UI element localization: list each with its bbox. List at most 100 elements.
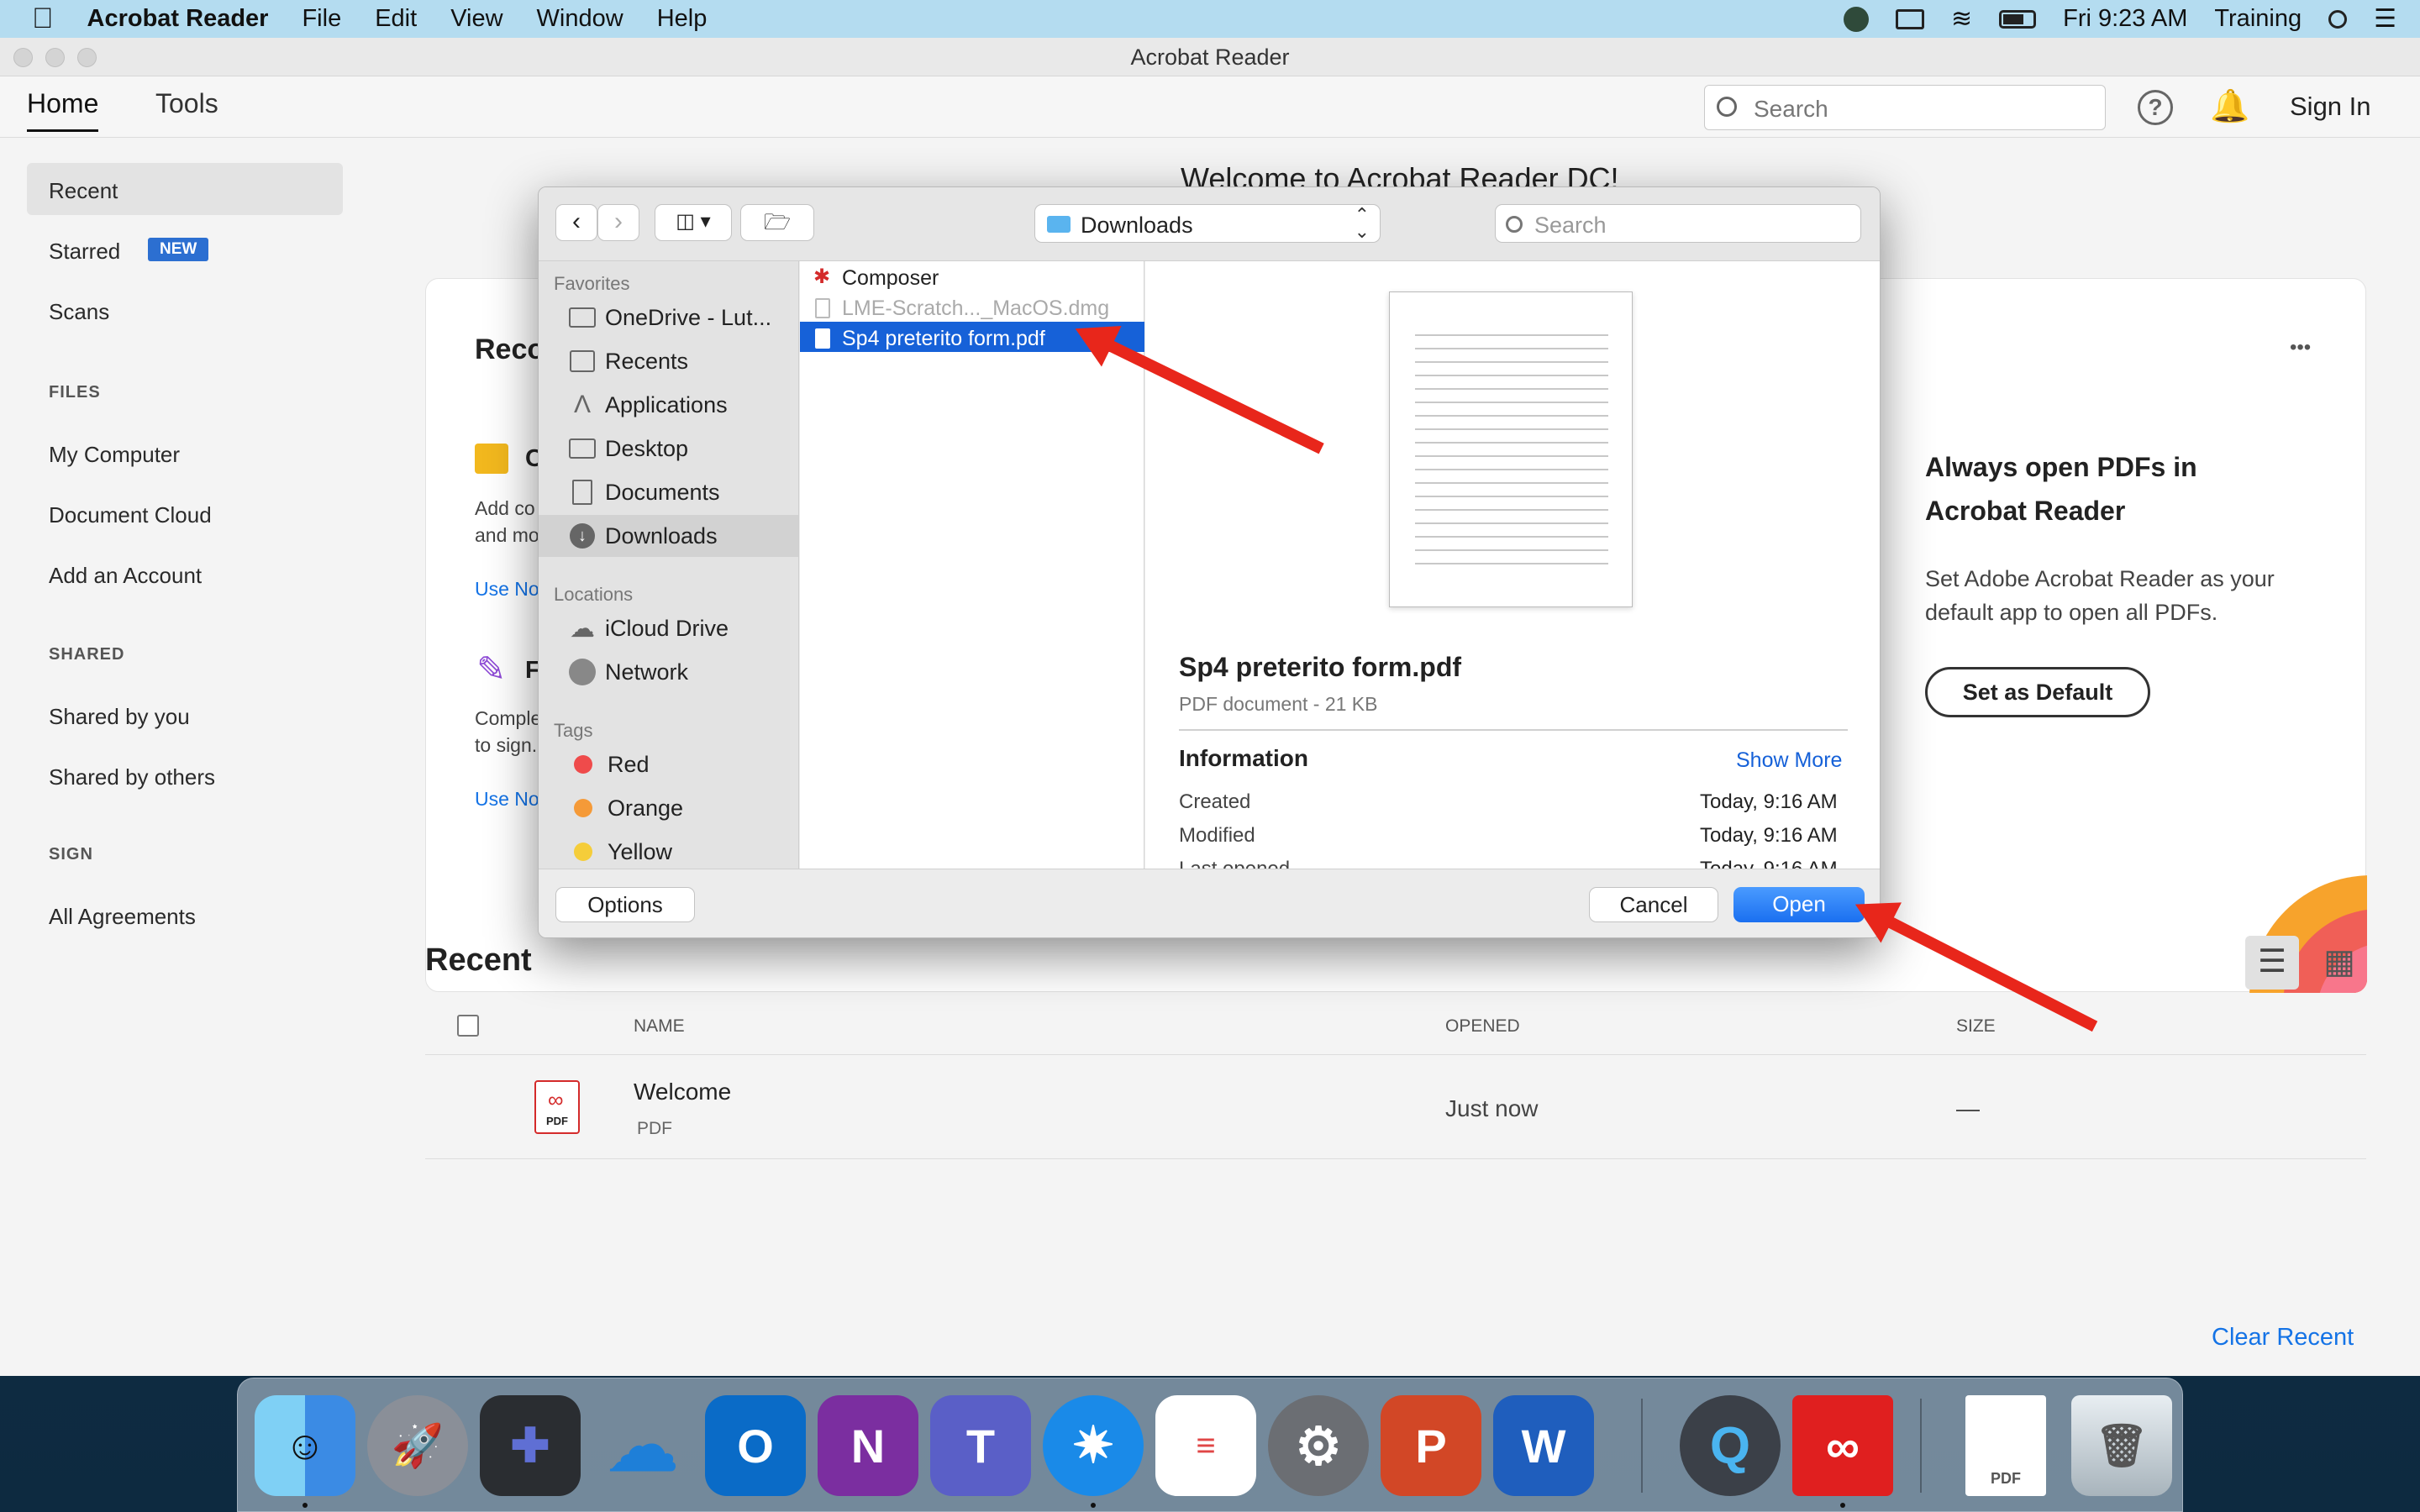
view-mode-button[interactable]: ◫ ▾ bbox=[655, 204, 732, 241]
recents-icon bbox=[568, 349, 597, 374]
wifi-icon[interactable]: ≋ bbox=[1951, 4, 1972, 34]
sidebar-item-add-account[interactable]: Add an Account bbox=[49, 563, 202, 589]
cancel-button[interactable]: Cancel bbox=[1589, 887, 1718, 922]
sidebar-item-shared-by-you[interactable]: Shared by you bbox=[49, 704, 190, 730]
sidebar-item-documents[interactable]: Documents bbox=[539, 471, 798, 513]
close-window-button[interactable] bbox=[13, 48, 33, 67]
dock-teams[interactable]: T bbox=[930, 1395, 1031, 1496]
dock-onedrive[interactable]: ☁ bbox=[592, 1395, 693, 1496]
menu-file[interactable]: File bbox=[302, 5, 341, 33]
sidebar-item-onedrive[interactable]: OneDrive - Lut... bbox=[539, 297, 798, 339]
dialog-search-icon bbox=[1506, 216, 1523, 233]
pdf-label: PDF bbox=[1991, 1470, 2021, 1487]
help-icon[interactable]: ? bbox=[2138, 90, 2173, 125]
dock-separator bbox=[1641, 1399, 1643, 1493]
dock-system-preferences[interactable]: ⚙ bbox=[1268, 1395, 1369, 1496]
sidebar-item-desktop[interactable]: Desktop bbox=[539, 428, 798, 470]
tool-comment-link[interactable]: Use No bbox=[475, 578, 539, 601]
menu-window[interactable]: Window bbox=[537, 5, 623, 33]
sidebar-item-scans[interactable]: Scans bbox=[49, 299, 109, 325]
menu-edit[interactable]: Edit bbox=[375, 5, 417, 33]
control-center-icon[interactable]: ☰ bbox=[2374, 4, 2396, 34]
sidebar-item-my-computer[interactable]: My Computer bbox=[49, 442, 180, 468]
modified-label: Modified bbox=[1179, 824, 1255, 847]
tool-fill-sign-desc-2: to sign. bbox=[475, 734, 538, 756]
tab-tools[interactable]: Tools bbox=[155, 88, 218, 119]
column-name[interactable]: NAME bbox=[634, 1016, 685, 1037]
dialog-search-input[interactable]: Search bbox=[1495, 204, 1861, 243]
dock-word[interactable]: W bbox=[1493, 1395, 1594, 1496]
dock-powerpoint[interactable]: P bbox=[1381, 1395, 1481, 1496]
sidebar-item-shared-by-others[interactable]: Shared by others bbox=[49, 764, 215, 790]
dock-kaleidoscope[interactable]: ✚ bbox=[480, 1395, 581, 1496]
dock-reminders[interactable]: ≡ bbox=[1155, 1395, 1256, 1496]
bell-icon[interactable]: 🔔 bbox=[2210, 88, 2249, 125]
sidebar-item-downloads[interactable]: ↓ Downloads bbox=[539, 515, 798, 557]
dock-launchpad[interactable]: 🚀 bbox=[367, 1395, 468, 1496]
dock-pdf-document[interactable]: PDF bbox=[1965, 1395, 2046, 1496]
globe-icon[interactable] bbox=[1843, 6, 1869, 32]
applications-icon: Λ bbox=[573, 391, 592, 418]
options-button[interactable]: Options bbox=[555, 887, 695, 922]
grid-view-button[interactable]: ▦ bbox=[2312, 936, 2366, 990]
tool-fill-sign-link[interactable]: Use No bbox=[475, 788, 539, 811]
location-popup[interactable]: Downloads ⌃ ⌄ bbox=[1034, 204, 1381, 243]
clear-recent-link[interactable]: Clear Recent bbox=[2212, 1324, 2354, 1352]
updown-chevron-icon: ⌃ ⌄ bbox=[1354, 204, 1370, 242]
battery-icon[interactable] bbox=[1999, 9, 2037, 29]
sidebar-item-network[interactable]: Network bbox=[539, 651, 798, 693]
pdf-file-icon: PDF ∞ bbox=[534, 1080, 580, 1134]
tool-comment-desc-2: and mo bbox=[475, 524, 539, 546]
dock-acrobat-reader[interactable]: ∞ bbox=[1792, 1395, 1893, 1496]
sidebar-item-applications[interactable]: Λ Applications bbox=[539, 384, 798, 426]
column-opened[interactable]: OPENED bbox=[1445, 1016, 1520, 1037]
pdf-thumbnail bbox=[1389, 291, 1633, 607]
file-item-composer[interactable]: ✱ Composer bbox=[800, 261, 1144, 291]
dock-onenote[interactable]: N bbox=[818, 1395, 918, 1496]
sidebar-item-recents[interactable]: Recents bbox=[539, 340, 798, 382]
table-row[interactable]: PDF ∞ Welcome PDF Just now — bbox=[425, 1055, 2366, 1159]
minimize-window-button[interactable] bbox=[45, 48, 65, 67]
spotlight-icon[interactable] bbox=[2328, 9, 2348, 29]
more-options-icon[interactable]: ••• bbox=[2290, 336, 2311, 360]
dock-outlook[interactable]: O bbox=[705, 1395, 806, 1496]
tags-header: Tags bbox=[554, 720, 593, 741]
dock-safari[interactable]: ✷ bbox=[1043, 1395, 1144, 1496]
menu-help[interactable]: Help bbox=[657, 5, 708, 33]
dock-finder[interactable]: ☺ bbox=[255, 1395, 355, 1496]
tag-orange[interactable]: Orange bbox=[539, 787, 798, 829]
tag-red[interactable]: Red bbox=[539, 743, 798, 785]
tab-home[interactable]: Home bbox=[27, 88, 99, 132]
menu-app-name[interactable]: Acrobat Reader bbox=[87, 5, 269, 33]
open-button[interactable]: Open bbox=[1733, 887, 1865, 922]
apple-icon[interactable]:  bbox=[32, 3, 54, 35]
dock-trash[interactable]: 🗑 bbox=[2071, 1395, 2172, 1496]
search-input[interactable]: Search bbox=[1704, 85, 2106, 130]
airplay-icon[interactable] bbox=[1895, 8, 1924, 29]
file-size: — bbox=[1956, 1095, 1980, 1121]
column-size[interactable]: SIZE bbox=[1956, 1016, 1996, 1037]
zoom-window-button[interactable] bbox=[77, 48, 97, 67]
tag-yellow[interactable]: Yellow bbox=[539, 831, 798, 869]
forward-button[interactable]: › bbox=[597, 204, 639, 241]
composer-icon: ✱ bbox=[813, 265, 831, 288]
sidebar-item-all-agreements[interactable]: All Agreements bbox=[49, 904, 196, 930]
clock-text[interactable]: Fri 9:23 AM bbox=[2063, 5, 2187, 33]
sign-in-button[interactable]: Sign In bbox=[2290, 92, 2371, 122]
list-view-button[interactable]: ☰ bbox=[2245, 936, 2299, 990]
dialog-sidebar: Favorites OneDrive - Lut... Recents Λ App… bbox=[539, 261, 799, 869]
preview-pane: Sp4 preterito form.pdf PDF document - 21… bbox=[1145, 261, 1880, 869]
sidebar-item-icloud[interactable]: ☁ iCloud Drive bbox=[539, 607, 798, 649]
dock-quicktime[interactable]: Q bbox=[1680, 1395, 1781, 1496]
sidebar-item-document-cloud[interactable]: Document Cloud bbox=[49, 502, 212, 528]
new-folder-button[interactable]: 🗁 bbox=[740, 204, 814, 241]
sidebar-item-starred[interactable]: Starred bbox=[49, 239, 120, 265]
dialog-footer: Options Cancel Open bbox=[539, 869, 1880, 937]
user-name[interactable]: Training bbox=[2214, 5, 2302, 33]
select-all-checkbox[interactable] bbox=[457, 1015, 479, 1037]
show-more-link[interactable]: Show More bbox=[1736, 748, 1842, 773]
menu-view[interactable]: View bbox=[450, 5, 502, 33]
set-as-default-button[interactable]: Set as Default bbox=[1925, 667, 2150, 717]
yellow-tag-icon bbox=[574, 843, 592, 861]
back-button[interactable]: ‹ bbox=[555, 204, 597, 241]
